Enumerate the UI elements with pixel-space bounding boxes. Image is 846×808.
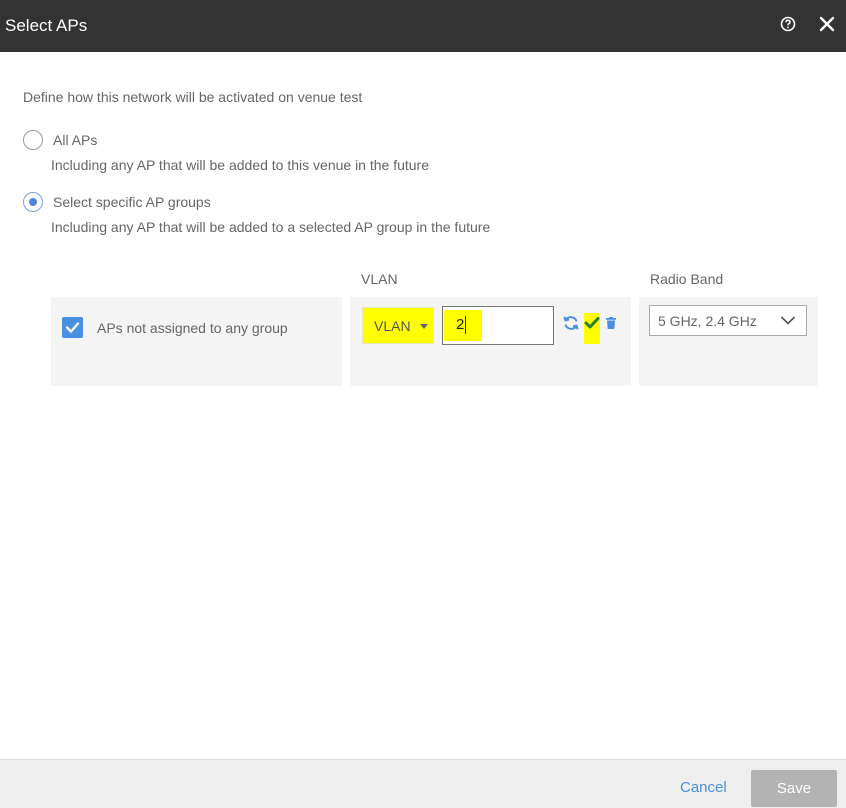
all-aps-label: All APs — [53, 132, 98, 148]
radio-band-value: 5 GHz, 2.4 GHz — [658, 313, 757, 329]
vlan-column-header: VLAN — [361, 271, 398, 287]
caret-down-icon — [420, 324, 428, 329]
radio-band-column-header: Radio Band — [650, 271, 724, 287]
text-cursor — [465, 316, 466, 334]
save-button[interactable]: Save — [751, 770, 837, 807]
dialog-title: Select APs — [5, 16, 88, 35]
trash-icon[interactable] — [606, 317, 616, 329]
radio-band-dropdown[interactable]: 5 GHz, 2.4 GHz — [649, 305, 807, 336]
group-row-label: APs not assigned to any group — [97, 320, 288, 336]
all-aps-description: Including any AP that will be added to t… — [51, 157, 429, 173]
specific-groups-radio[interactable] — [23, 192, 43, 212]
vlan-type-dropdown[interactable]: VLAN — [362, 307, 434, 344]
dialog-titlebar: Select APs — [0, 0, 846, 52]
vlan-id-input[interactable]: 2 — [442, 306, 554, 345]
specific-groups-description: Including any AP that will be added to a… — [51, 219, 491, 235]
group-cell — [51, 297, 342, 386]
cancel-button[interactable]: Cancel — [680, 779, 727, 796]
intro-text: Define how this network will be activate… — [23, 89, 363, 105]
chevron-down-icon — [780, 316, 796, 325]
checkmark-icon — [65, 322, 80, 333]
all-aps-radio[interactable] — [23, 130, 43, 150]
vlan-id-value: 2 — [456, 316, 465, 333]
refresh-icon[interactable] — [562, 314, 580, 332]
check-icon[interactable] — [584, 316, 600, 330]
vlan-type-value: VLAN — [374, 318, 411, 334]
close-icon[interactable] — [818, 15, 836, 33]
help-circle-icon[interactable] — [780, 16, 796, 32]
specific-groups-label: Select specific AP groups — [53, 194, 211, 210]
group-checkbox[interactable] — [62, 317, 83, 338]
